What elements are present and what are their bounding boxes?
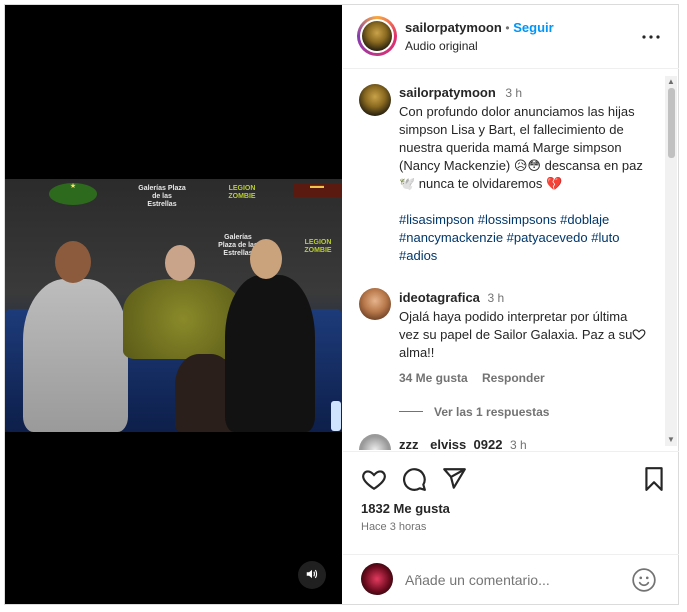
comment-author-prefix: zzz [399, 437, 419, 450]
comment-author[interactable]: ideotagrafica [399, 290, 480, 305]
person-center-head [165, 245, 195, 281]
emoji-icon[interactable] [631, 567, 657, 593]
post-dialog: ★ Galerías Plaza de las Estrellas LEGION… [4, 4, 679, 605]
audio-label[interactable]: Audio original [405, 39, 478, 53]
share-icon[interactable] [441, 466, 467, 492]
scroll-down-arrow[interactable]: ▼ [667, 436, 675, 444]
action-bar: 1832 Me gusta Hace 3 horas [343, 451, 679, 555]
comment-header: ideotagrafica 3 h [399, 289, 654, 307]
comment-time: 3 h [487, 291, 505, 305]
post-header: sailorpatymoon • Seguir Audio original [343, 5, 679, 69]
comment-likes[interactable]: 34 Me gusta [399, 371, 468, 385]
comment-input[interactable] [405, 569, 615, 591]
comment-time: 3 h [510, 438, 527, 450]
post-media[interactable]: ★ Galerías Plaza de las Estrellas LEGION… [5, 5, 342, 604]
likes-count[interactable]: 1832 Me gusta [361, 501, 450, 516]
author-username[interactable]: sailorpatymoon [405, 20, 502, 35]
caption-time: 3 h [505, 86, 523, 100]
heart-icon[interactable] [361, 466, 387, 492]
caption-author[interactable]: sailorpatymoon [399, 85, 496, 100]
comment-author[interactable]: elviss_0922 [430, 437, 502, 450]
comment-icon[interactable] [401, 466, 427, 492]
post-side-panel: sailorpatymoon • Seguir Audio original s… [343, 5, 679, 604]
follow-button[interactable]: Seguir [513, 20, 553, 35]
water-bottle [331, 401, 341, 431]
banner-logo: LEGION ZOMBIE [304, 239, 332, 254]
comment-avatar[interactable] [359, 434, 391, 450]
comment-text: Ojalá haya podido interpretar por última… [399, 309, 633, 360]
person-left [23, 279, 128, 432]
volume-icon [305, 567, 319, 584]
post-date: Hace 3 horas [361, 521, 427, 533]
banner-logo: ★ [49, 183, 97, 205]
caption-author-avatar[interactable] [359, 84, 391, 116]
comments-list[interactable]: sailorpatymoon 3 h Con profundo dolor an… [343, 70, 679, 450]
replies-divider [399, 411, 423, 412]
video-frame[interactable]: ★ Galerías Plaza de las Estrellas LEGION… [5, 179, 342, 432]
person-right [225, 275, 315, 432]
comment-like-heart-icon[interactable] [632, 327, 646, 341]
person-right-head [250, 239, 282, 279]
scroll-up-arrow[interactable]: ▲ [667, 78, 675, 86]
more-options-icon[interactable] [639, 25, 663, 49]
separator-dot: • [505, 21, 510, 35]
scroll-thumb[interactable] [668, 88, 675, 158]
comments-scrollbar[interactable]: ▲ ▼ [665, 76, 677, 446]
banner-logo: ▬▬ [293, 183, 341, 197]
banner-logo: Galerías Plaza de las Estrellas [138, 185, 186, 208]
current-user-avatar [361, 563, 393, 595]
bookmark-icon[interactable] [641, 466, 667, 492]
comment-avatar[interactable] [359, 288, 391, 320]
author-avatar[interactable] [357, 16, 397, 56]
view-replies-button[interactable]: Ver las 1 respuestas [434, 405, 549, 419]
comment-reply-button[interactable]: Responder [482, 371, 545, 385]
caption: sailorpatymoon 3 h [399, 84, 654, 102]
person-left-head [55, 241, 91, 283]
mute-button[interactable] [298, 561, 326, 589]
comment-header: zzz elviss_0922 3 h [399, 436, 654, 450]
comment-composer [343, 554, 679, 604]
caption-hashtags[interactable]: #lisasimpson #lossimpsons #doblaje #nanc… [399, 211, 654, 265]
caption-text: Con profundo dolor anunciamos las hijas … [399, 104, 643, 191]
banner-logo: LEGION ZOMBIE [228, 185, 256, 200]
